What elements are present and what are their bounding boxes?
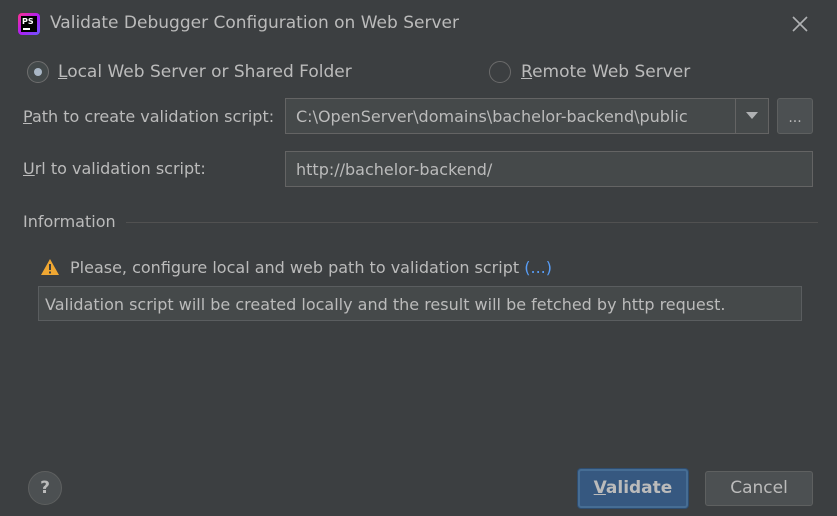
validate-button[interactable]: Validate	[578, 469, 688, 508]
path-dropdown-button[interactable]	[735, 99, 768, 133]
close-icon[interactable]	[787, 11, 813, 37]
more-details-link[interactable]: (...)	[524, 258, 552, 277]
local-server-radio[interactable]	[27, 61, 49, 83]
path-combobox[interactable]: C:\OpenServer\domains\bachelor-backend\p…	[285, 98, 769, 134]
url-input[interactable]: http://bachelor-backend/	[285, 151, 813, 187]
path-label-rest: ath to create validation script:	[31, 107, 275, 126]
url-value[interactable]: http://bachelor-backend/	[296, 160, 492, 179]
path-mnemonic: P	[23, 107, 32, 126]
remote-server-label[interactable]: Remote Web Server	[521, 62, 690, 82]
radio-dot	[34, 68, 42, 76]
local-server-label[interactable]: Local Web Server or Shared Folder	[58, 62, 352, 82]
section-divider	[126, 222, 818, 223]
validate-mnemonic: V	[593, 478, 606, 498]
help-button[interactable]: ?	[28, 471, 62, 505]
warning-text: Please, configure local and web path to …	[70, 258, 520, 277]
details-box: Validation script will be created locall…	[38, 286, 802, 321]
path-value[interactable]: C:\OpenServer\domains\bachelor-backend\p…	[296, 107, 726, 126]
local-label-rest: ocal Web Server or Shared Folder	[67, 62, 352, 82]
details-text: Validation script will be created locall…	[45, 295, 726, 314]
remote-server-radio[interactable]	[489, 61, 511, 83]
url-mnemonic: U	[23, 159, 35, 178]
app-icon-text: PS	[22, 17, 34, 26]
local-mnemonic: L	[58, 62, 68, 82]
path-label: Path to create validation script:	[23, 107, 274, 126]
warning-message: Please, configure local and web path to …	[70, 258, 552, 277]
remote-mnemonic: R	[521, 62, 533, 82]
browse-button[interactable]: ...	[777, 98, 813, 134]
chevron-down-icon	[746, 112, 758, 119]
validate-label-rest: alidate	[605, 478, 673, 498]
title-bar: PS Validate Debugger Configuration on We…	[0, 0, 837, 48]
warning-icon	[41, 259, 59, 275]
url-label-rest: rl to validation script:	[34, 159, 206, 178]
cancel-button[interactable]: Cancel	[705, 471, 813, 506]
information-section-title: Information	[23, 212, 116, 231]
window-title: Validate Debugger Configuration on Web S…	[50, 13, 459, 33]
url-label: Url to validation script:	[23, 159, 206, 178]
phpstorm-logo-icon: PS	[18, 13, 40, 35]
remote-label-rest: emote Web Server	[532, 62, 691, 82]
